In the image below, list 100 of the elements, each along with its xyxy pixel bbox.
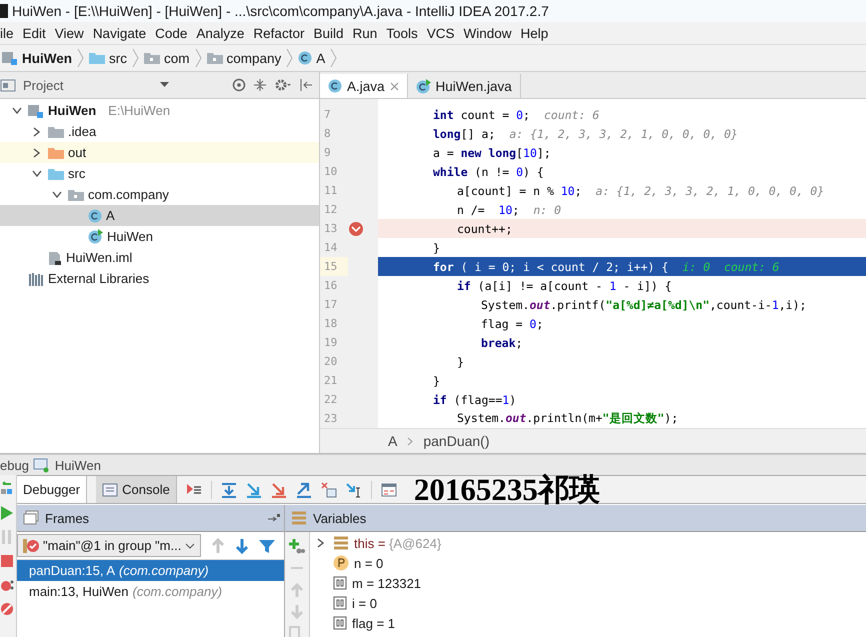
breadcrumb-item[interactable]: A [296,50,328,66]
chevron-icon [77,48,84,68]
menu-item[interactable]: Navigate [92,26,146,40]
run-to-cursor-icon[interactable] [346,482,362,498]
settings-icon[interactable] [274,78,292,92]
chevron-icon [407,436,414,446]
variable-row[interactable]: flag = 1 [310,613,442,633]
code-line: int count = 0; [433,108,530,122]
add-watch-icon[interactable] [289,538,305,554]
module-icon [2,51,18,65]
variable-row[interactable]: i = 0 [310,593,442,613]
mute-breakpoints-icon[interactable] [0,601,14,617]
console-icon [102,482,118,496]
breadcrumb-item[interactable]: company [204,50,284,66]
tree-item[interactable]: HuiWen [0,226,319,247]
variable-row[interactable]: this = {A@624} [310,533,442,553]
menu-item[interactable]: Analyze [196,26,244,40]
line-number: 14 [323,240,338,256]
code-line: } [433,374,440,388]
runnable-class-icon [88,229,103,244]
variable-row[interactable]: m = 123321 [310,573,442,593]
code-line: if (flag==1) [433,392,516,406]
stack-frame[interactable]: panDuan:15, A (com.company) [17,560,284,581]
filter-icon[interactable] [259,538,276,554]
debug-tab[interactable]: Console [96,476,177,503]
line-number: 20 [323,354,338,370]
panel-title: ebug [0,458,29,472]
resume-icon[interactable] [0,505,14,521]
breakpoint-icon[interactable] [348,220,364,236]
runnable-class-icon [416,78,431,94]
menu-item[interactable]: VCS [426,26,455,40]
step-out-icon[interactable] [296,482,312,498]
panel-title: Variables [313,510,366,526]
package-icon [68,188,84,200]
thread-dropdown[interactable]: "main"@1 in group "m... [17,534,202,557]
line-number: 16 [323,278,338,294]
caret-icon [185,542,196,548]
breadcrumb-item[interactable]: HuiWen [0,50,74,66]
chevron-icon [286,48,294,68]
variable-row[interactable]: n = 0 [310,553,442,573]
force-step-into-icon[interactable] [270,482,287,498]
package-icon [206,52,223,64]
code-line: count++; [457,222,512,236]
panel-title[interactable]: Project [23,78,64,92]
target-icon[interactable] [232,78,246,92]
menu-item[interactable]: Build [313,26,344,40]
drop-frame-icon[interactable] [320,482,337,498]
down-arrow-icon[interactable] [235,538,250,554]
tree-item[interactable]: src [0,163,319,184]
tree-item[interactable]: HuiWen.iml [0,247,319,268]
editor-tab[interactable]: HuiWen.java [408,74,521,98]
primitive-icon [333,576,347,590]
inline-value: n: 0 [533,202,562,216]
evaluate-expression-icon[interactable] [380,482,397,498]
code-line: break; [481,336,523,350]
thread-icon [23,538,39,554]
tree-item[interactable]: External Libraries [0,268,319,289]
menu-item[interactable]: Refactor [253,26,304,40]
tree-item[interactable]: A [0,205,319,226]
menu-item[interactable]: ile [0,26,14,40]
breadcrumb-item[interactable]: A [388,433,398,449]
tree-item[interactable]: out [0,142,319,163]
dropdown-arrow-icon[interactable] [160,82,170,88]
pin-icon[interactable] [268,514,280,522]
menu-item[interactable]: Help [520,26,548,40]
variable-text: m = 123321 [352,576,422,590]
hide-panel-icon[interactable] [299,78,313,92]
line-number: 21 [323,373,338,389]
rerun-icon[interactable] [0,481,14,497]
breadcrumb-item[interactable]: src [87,50,129,66]
menu-item[interactable]: Tools [386,26,418,40]
stop-icon[interactable] [0,553,14,569]
tree-item[interactable]: HuiWen E:\HuiWen [0,100,319,121]
stack-frame[interactable]: main:13, HuiWen (com.company) [17,581,284,602]
breadcrumb-item[interactable]: com [142,50,192,66]
variable-text: flag = 1 [352,616,396,630]
menu-item[interactable]: View [54,26,84,40]
close-icon[interactable] [390,82,399,90]
breadcrumb-item[interactable]: panDuan() [423,433,490,449]
frames-icon [23,510,39,526]
run-config-tab[interactable]: HuiWen [54,458,101,472]
step-over-icon[interactable] [220,482,237,498]
line-number: 19 [323,335,338,351]
debug-tab[interactable]: Debugger [17,476,88,503]
menu-item[interactable]: Edit [22,26,46,40]
class-icon [328,79,342,93]
step-into-icon[interactable] [246,482,262,498]
menu-item[interactable]: Window [464,26,512,40]
menu-item[interactable]: Code [155,26,188,40]
line-number: 15 [320,257,348,276]
folder-icon [48,146,64,158]
tree-item[interactable]: com.company [0,184,319,205]
line-number: 23 [323,411,338,427]
line-number: 13 [323,221,338,237]
tree-item[interactable]: .idea [0,121,319,142]
editor-tab[interactable]: A.java [320,74,408,98]
menu-item[interactable]: Run [352,26,378,40]
line-number: 10 [323,164,338,180]
collapse-icon[interactable] [253,78,267,92]
line-number: 7 [323,107,332,123]
